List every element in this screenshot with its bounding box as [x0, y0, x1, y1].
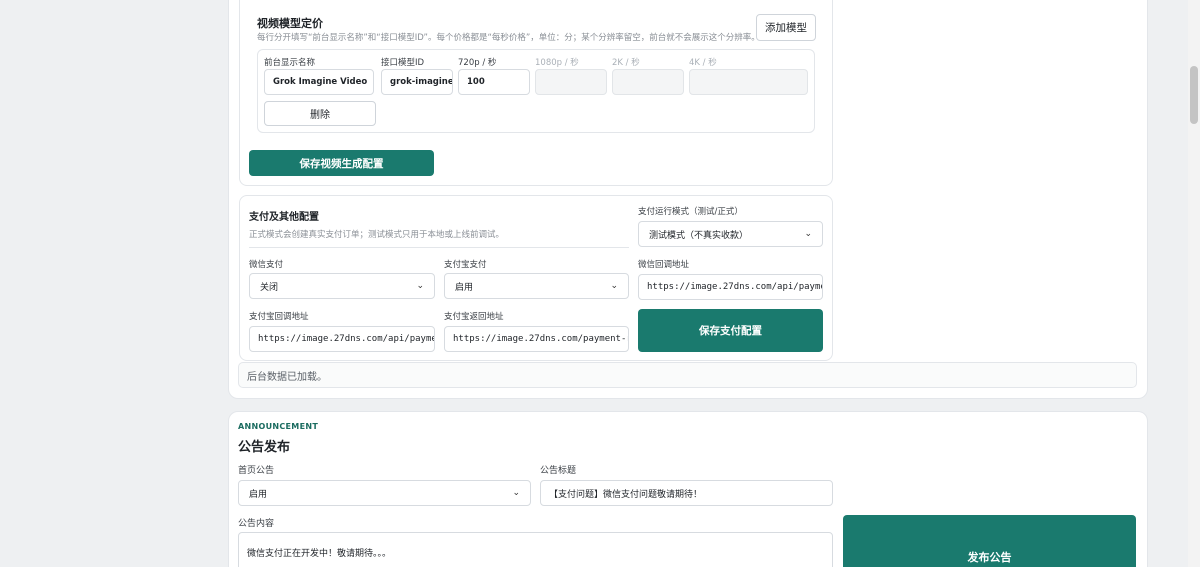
home-announcement-select[interactable]: 启用 ⌄ [238, 480, 531, 506]
announcement-content-textarea[interactable]: 微信支付正在开发中！敬请期待。。。 [238, 532, 833, 567]
payment-mode-label: 支付运行模式（测试/正式） [638, 207, 743, 217]
alipay-callback-input[interactable]: https://image.27dns.com/api/payment/alip… [249, 326, 435, 352]
price-4k-input[interactable] [689, 69, 808, 95]
wechat-callback-label: 微信回调地址 [638, 260, 690, 270]
home-announcement-value: 启用 [249, 489, 268, 500]
video-pricing-hint: 每行分开填写“前台显示名称”和“接口模型ID”。每个价格都是“每秒价格”，单位：… [257, 33, 760, 43]
payment-mode-select[interactable]: 测试模式（不真实收款） ⌄ [638, 221, 823, 247]
column-720p: 720p / 秒 [458, 58, 497, 68]
column-model-id: 接口模型ID [381, 58, 425, 68]
display-name-input[interactable]: Grok Imagine Video [264, 69, 374, 95]
status-message-bar: 后台数据已加载。 [238, 362, 1137, 388]
chevron-down-icon: ⌄ [416, 281, 424, 291]
publish-announcement-button[interactable]: 发布公告 [843, 515, 1136, 567]
alipay-select[interactable]: 启用 ⌄ [444, 273, 629, 299]
delete-model-button[interactable]: 删除 [264, 101, 376, 126]
payment-config-title: 支付及其他配置 [249, 212, 319, 223]
scrollbar-thumb[interactable] [1190, 66, 1198, 124]
alipay-return-input[interactable]: https://image.27dns.com/payment-return [444, 326, 629, 352]
price-2k-input[interactable] [612, 69, 684, 95]
announcement-headline-input[interactable]: 【支付问题】微信支付问题敬请期待！ [540, 480, 833, 506]
wechat-pay-label: 微信支付 [249, 260, 284, 270]
alipay-return-label: 支付宝返回地址 [444, 312, 504, 322]
payment-divider [249, 247, 629, 248]
price-720p-input[interactable]: 100 [458, 69, 530, 95]
chevron-down-icon: ⌄ [610, 281, 618, 291]
alipay-callback-label: 支付宝回调地址 [249, 312, 309, 322]
column-2k: 2K / 秒 [612, 58, 640, 68]
announcement-headline-label: 公告标题 [540, 466, 577, 476]
wechat-callback-input[interactable]: https://image.27dns.com/api/payment/wech… [638, 274, 823, 300]
column-display-name: 前台显示名称 [264, 58, 316, 68]
chevron-down-icon: ⌄ [512, 488, 520, 498]
announcement-title: 公告发布 [238, 440, 291, 455]
save-video-config-button[interactable]: 保存视频生成配置 [249, 150, 434, 176]
column-4k: 4K / 秒 [689, 58, 717, 68]
add-model-button[interactable]: 添加模型 [756, 14, 816, 41]
home-announcement-label: 首页公告 [238, 466, 275, 476]
alipay-label: 支付宝支付 [444, 260, 487, 270]
payment-config-hint: 正式模式会创建真实支付订单；测试模式只用于本地或上线前调试。 [249, 230, 505, 240]
column-1080p: 1080p / 秒 [535, 58, 579, 68]
wechat-pay-value: 关闭 [260, 282, 279, 293]
alipay-value: 启用 [455, 282, 474, 293]
model-id-input[interactable]: grok-imagine-video [381, 69, 453, 95]
announcement-eyebrow: ANNOUNCEMENT [238, 422, 319, 431]
status-message: 后台数据已加载。 [247, 371, 327, 383]
announcement-content-text: 微信支付正在开发中！敬请期待。。。 [247, 549, 392, 559]
wechat-pay-select[interactable]: 关闭 ⌄ [249, 273, 435, 299]
chevron-down-icon: ⌄ [804, 229, 812, 239]
announcement-content-label: 公告内容 [238, 519, 275, 529]
save-payment-config-button[interactable]: 保存支付配置 [638, 309, 823, 352]
price-1080p-input[interactable] [535, 69, 607, 95]
payment-mode-value: 测试模式（不真实收款） [649, 230, 749, 241]
video-pricing-title: 视频模型定价 [257, 17, 323, 30]
